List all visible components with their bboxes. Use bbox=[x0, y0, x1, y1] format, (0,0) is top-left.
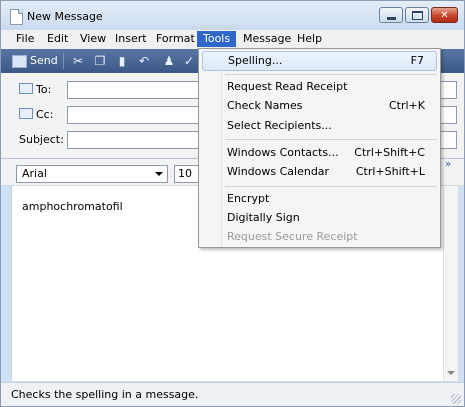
font-value: Arial bbox=[22, 167, 47, 180]
font-size-select[interactable]: 10 bbox=[174, 165, 200, 183]
vertical-scrollbar[interactable] bbox=[443, 186, 458, 381]
minimize-icon bbox=[386, 16, 396, 20]
document-icon bbox=[10, 9, 23, 25]
menu-help[interactable]: Help bbox=[291, 31, 328, 47]
menu-tools[interactable]: Tools bbox=[197, 31, 237, 47]
subject-label: Subject: bbox=[19, 133, 64, 146]
window-title: New Message bbox=[27, 10, 103, 23]
check-spelling-icon[interactable]: ✓ bbox=[181, 53, 197, 69]
address-card-icon bbox=[19, 83, 33, 94]
menu-separator bbox=[225, 139, 437, 140]
send-icon bbox=[12, 55, 27, 68]
menu-format[interactable]: Format bbox=[150, 31, 201, 47]
menu-item-label: Spelling... bbox=[228, 54, 283, 67]
scroll-down-icon[interactable] bbox=[447, 371, 455, 375]
menu-message[interactable]: Message bbox=[237, 31, 297, 47]
status-text: Checks the spelling in a message. bbox=[11, 388, 199, 401]
menu-item-windows-contacts[interactable]: Windows Contacts... Ctrl+Shift+C bbox=[202, 143, 437, 163]
menu-item-label: Windows Calendar bbox=[227, 165, 330, 178]
menu-item-label: Digitally Sign bbox=[227, 211, 300, 224]
menu-item-label: Request Read Receipt bbox=[227, 80, 348, 93]
paste-icon[interactable]: ▮ bbox=[114, 53, 130, 69]
menu-item-request-read-receipt[interactable]: Request Read Receipt bbox=[202, 77, 437, 97]
address-book-icon[interactable]: ♟ bbox=[161, 53, 177, 69]
maximize-icon bbox=[411, 10, 423, 20]
toolbar-separator bbox=[63, 53, 64, 69]
minimize-button[interactable] bbox=[379, 7, 403, 23]
menu-view[interactable]: View bbox=[74, 31, 112, 47]
close-button[interactable]: ✕ bbox=[431, 7, 458, 23]
menu-file[interactable]: File bbox=[10, 31, 40, 47]
menu-item-select-recipients[interactable]: Select Recipients... bbox=[202, 116, 437, 136]
font-select[interactable]: Arial bbox=[16, 165, 168, 183]
menu-bar: File Edit View Insert Format Tools Messa… bbox=[1, 30, 464, 50]
menu-item-shortcut: Ctrl+K bbox=[388, 99, 425, 112]
send-label: Send bbox=[30, 54, 58, 67]
menu-item-digitally-sign[interactable]: Digitally Sign bbox=[202, 208, 437, 228]
menu-item-windows-calendar[interactable]: Windows Calendar Ctrl+Shift+L bbox=[202, 162, 437, 182]
resize-grip-icon[interactable] bbox=[451, 394, 461, 404]
menu-item-shortcut: F7 bbox=[410, 54, 424, 67]
menu-separator bbox=[225, 74, 437, 75]
menu-insert[interactable]: Insert bbox=[109, 31, 153, 47]
menu-item-encrypt[interactable]: Encrypt bbox=[202, 189, 437, 209]
menu-item-label: Check Names bbox=[227, 99, 303, 112]
font-size-value: 10 bbox=[178, 167, 192, 180]
maximize-button[interactable] bbox=[405, 7, 429, 23]
menu-item-label: Select Recipients... bbox=[227, 119, 332, 132]
menu-separator bbox=[225, 186, 437, 187]
menu-item-shortcut: Ctrl+Shift+L bbox=[355, 165, 425, 178]
menu-item-label: Request Secure Receipt bbox=[227, 230, 358, 243]
toolbar-overflow-icon[interactable]: » bbox=[445, 159, 451, 170]
menu-edit[interactable]: Edit bbox=[41, 31, 74, 47]
send-button[interactable]: Send bbox=[12, 53, 58, 69]
menu-item-label: Windows Contacts... bbox=[227, 146, 339, 159]
cc-label: Cc: bbox=[36, 108, 54, 121]
tools-menu-dropdown: Spelling... F7 Request Read Receipt Chec… bbox=[198, 48, 441, 248]
cc-button[interactable]: Cc: bbox=[19, 108, 53, 121]
undo-icon[interactable]: ↶ bbox=[136, 53, 152, 69]
menu-item-shortcut: Ctrl+Shift+C bbox=[354, 146, 425, 159]
chevron-down-icon bbox=[155, 172, 163, 176]
cut-icon[interactable]: ✂ bbox=[70, 53, 86, 69]
status-bar: Checks the spelling in a message. bbox=[1, 382, 464, 406]
to-label: To: bbox=[36, 83, 52, 96]
new-message-window: New Message ✕ File Edit View Insert Form… bbox=[0, 0, 465, 407]
menu-item-label: Encrypt bbox=[227, 192, 270, 205]
to-button[interactable]: To: bbox=[19, 83, 51, 96]
title-bar[interactable]: New Message ✕ bbox=[1, 1, 464, 31]
close-icon: ✕ bbox=[440, 9, 449, 21]
copy-icon[interactable]: ❐ bbox=[92, 53, 108, 69]
address-card-icon bbox=[19, 108, 33, 119]
menu-item-spelling[interactable]: Spelling... F7 bbox=[202, 51, 437, 71]
message-body-text: amphochromatofil bbox=[22, 200, 123, 213]
menu-item-request-secure-receipt: Request Secure Receipt bbox=[202, 227, 437, 247]
menu-item-check-names[interactable]: Check Names Ctrl+K bbox=[202, 96, 437, 116]
